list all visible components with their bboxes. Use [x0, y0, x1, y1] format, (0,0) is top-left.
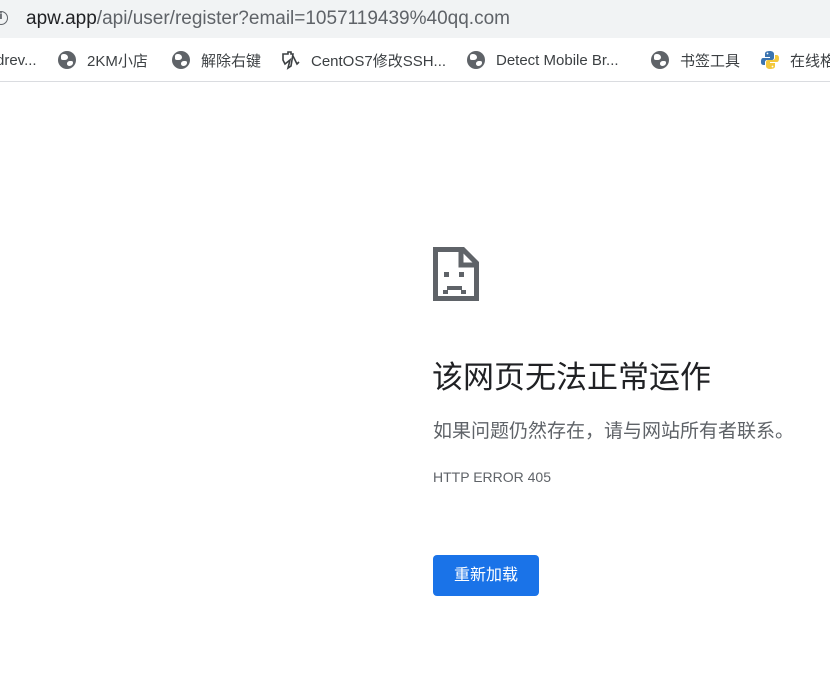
globe-icon	[58, 51, 76, 69]
bookmark-detect-mobile[interactable]: Detect Mobile Br...	[467, 50, 619, 70]
globe-icon	[172, 51, 190, 69]
bookmarks-bar: drev... 2KM小店 解除右键 CentOS7修改SSH... Detec…	[0, 38, 830, 82]
url-text[interactable]: apw.app/api/user/register?email=10571194…	[26, 7, 510, 31]
bookmark-label: 书签工具	[680, 52, 741, 70]
reload-button[interactable]: 重新加载	[433, 555, 539, 596]
bookmark-label: Detect Mobile Br...	[496, 51, 619, 69]
site-info-icon[interactable]	[0, 11, 8, 25]
bookmark-label: 解除右键	[201, 52, 262, 70]
bookmark-drev[interactable]: drev...	[0, 50, 37, 70]
puzzle-icon	[282, 51, 300, 70]
address-bar[interactable]: apw.app/api/user/register?email=10571194…	[0, 0, 830, 38]
globe-icon	[651, 51, 669, 69]
url-host: apw.app	[26, 8, 97, 29]
bookmark-label: drev...	[0, 51, 37, 69]
error-message: 如果问题仍然存在，请与网站所有者联系。	[433, 421, 795, 442]
globe-icon	[467, 51, 485, 69]
error-title: 该网页无法正常运作	[432, 360, 711, 395]
bookmark-online[interactable]: 在线格	[760, 50, 830, 70]
bookmark-centos-ssh[interactable]: CentOS7修改SSH...	[281, 50, 446, 70]
bookmark-2km-shop[interactable]: 2KM小店	[58, 50, 148, 70]
bookmark-label: CentOS7修改SSH...	[311, 52, 447, 70]
sad-document-icon	[433, 247, 479, 301]
bookmark-tools[interactable]: 书签工具	[651, 50, 740, 70]
url-path: /api/user/register?email=1057119439%40qq…	[96, 8, 510, 29]
python-icon	[761, 51, 779, 69]
bookmark-label: 在线格	[790, 52, 830, 70]
error-code: HTTP ERROR 405	[433, 469, 551, 485]
bookmark-unlock-right-click[interactable]: 解除右键	[172, 50, 261, 70]
bookmark-label: 2KM小店	[87, 52, 148, 70]
